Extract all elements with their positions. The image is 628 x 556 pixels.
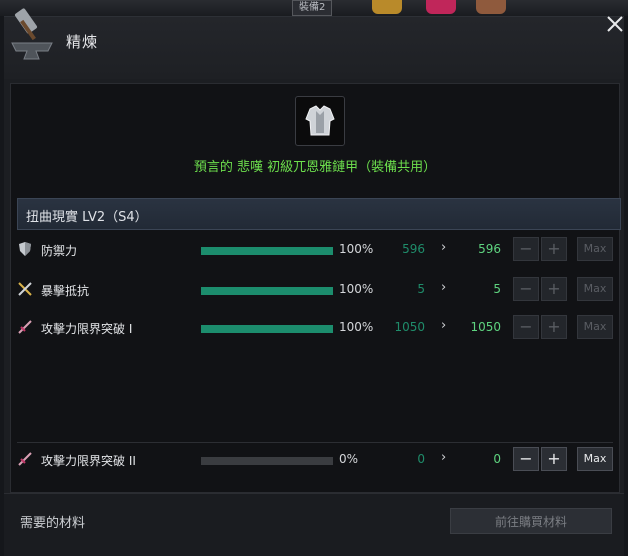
decrease-button[interactable]: − <box>513 277 539 301</box>
stat-row: 攻擊力限界突破 I 100% 1050 › 1050 − + Max <box>11 315 619 341</box>
background-icon <box>372 0 402 14</box>
arrow-right-icon: › <box>441 240 447 255</box>
current-value: 1050 <box>394 320 425 334</box>
max-button[interactable]: Max <box>577 237 613 261</box>
armor-icon[interactable] <box>295 96 345 146</box>
progress-bar <box>201 457 333 465</box>
progress-percent: 100% <box>339 282 374 296</box>
current-value: 5 <box>417 282 425 296</box>
next-value: 0 <box>493 452 501 466</box>
max-button[interactable]: Max <box>577 315 613 339</box>
buy-materials-button[interactable]: 前往購買材料 <box>450 508 612 534</box>
decrease-button[interactable]: − <box>513 315 539 339</box>
materials-label: 需要的材料 <box>20 516 86 531</box>
next-value: 596 <box>478 242 501 256</box>
shield-icon <box>19 242 31 256</box>
stat-label: 暴擊抵抗 <box>41 284 90 298</box>
stat-row: 防禦力 100% 596 › 596 − + Max <box>11 237 619 263</box>
progress-percent: 100% <box>339 242 374 256</box>
progress-bar <box>201 287 333 295</box>
progress-bar <box>201 247 333 255</box>
progress-percent: 100% <box>339 320 374 334</box>
decrease-button[interactable]: − <box>513 237 539 261</box>
progress-fill <box>201 287 333 295</box>
max-button[interactable]: Max <box>577 447 613 471</box>
anvil-hammer-icon <box>11 8 53 60</box>
progress-fill <box>201 325 333 333</box>
stat-label: 攻擊力限界突破 II <box>41 454 136 468</box>
sword-icon <box>18 452 32 466</box>
close-icon[interactable] <box>604 13 626 35</box>
section-header: 扭曲現實 LV2（S4） <box>17 198 621 230</box>
arrow-right-icon: › <box>441 318 447 333</box>
section-label: 扭曲現實 LV2（S4） <box>26 210 148 225</box>
progress-bar <box>201 325 333 333</box>
title-bar: 精煉 <box>4 8 624 79</box>
progress-percent: 0% <box>339 452 359 466</box>
divider <box>17 442 613 443</box>
refine-window: 精煉 預言的 悲嘆 初級兀恩雅鏈甲（裝備共用） 扭曲現實 LV2（S4） 防禦力… <box>4 8 624 556</box>
sword-icon <box>18 320 32 334</box>
background-top-strip: 裝備2 <box>0 0 628 16</box>
background-icon <box>426 0 456 14</box>
item-name: 預言的 悲嘆 初級兀恩雅鏈甲（裝備共用） <box>193 160 437 175</box>
current-value: 0 <box>417 452 425 466</box>
window-title: 精煉 <box>66 33 99 51</box>
max-button[interactable]: Max <box>577 277 613 301</box>
increase-button[interactable]: + <box>541 447 567 471</box>
increase-button[interactable]: + <box>541 277 567 301</box>
materials-footer: 需要的材料 前往購買材料 <box>4 493 624 556</box>
next-value: 5 <box>493 282 501 296</box>
stat-row: 暴擊抵抗 100% 5 › 5 − + Max <box>11 277 619 303</box>
next-value: 1050 <box>470 320 501 334</box>
increase-button[interactable]: + <box>541 237 567 261</box>
progress-fill <box>201 247 333 255</box>
crossed-swords-icon <box>18 282 32 296</box>
stat-label: 攻擊力限界突破 I <box>41 322 133 336</box>
increase-button[interactable]: + <box>541 315 567 339</box>
stat-label: 防禦力 <box>41 244 78 258</box>
background-icon <box>476 0 506 14</box>
refine-panel: 預言的 悲嘆 初級兀恩雅鏈甲（裝備共用） 扭曲現實 LV2（S4） 防禦力 10… <box>10 83 621 493</box>
decrease-button[interactable]: − <box>513 447 539 471</box>
current-value: 596 <box>402 242 425 256</box>
arrow-right-icon: › <box>441 450 447 465</box>
stat-row: 攻擊力限界突破 II 0% 0 › 0 − + Max <box>11 447 619 473</box>
arrow-right-icon: › <box>441 280 447 295</box>
background-tab: 裝備2 <box>292 0 333 16</box>
